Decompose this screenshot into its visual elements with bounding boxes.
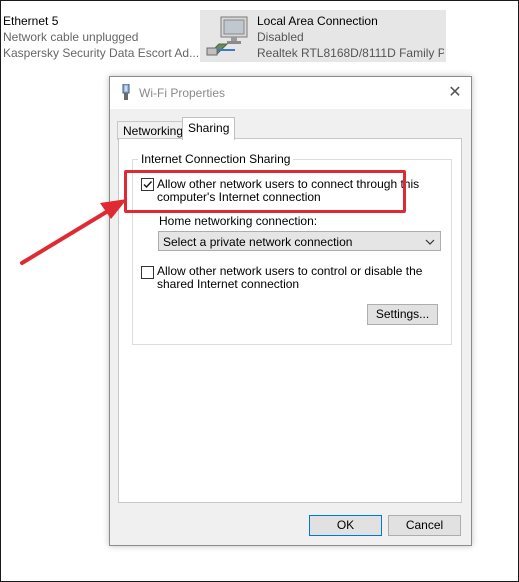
tab-sharing[interactable]: Sharing bbox=[182, 117, 236, 140]
annotation-arrow bbox=[20, 199, 127, 265]
